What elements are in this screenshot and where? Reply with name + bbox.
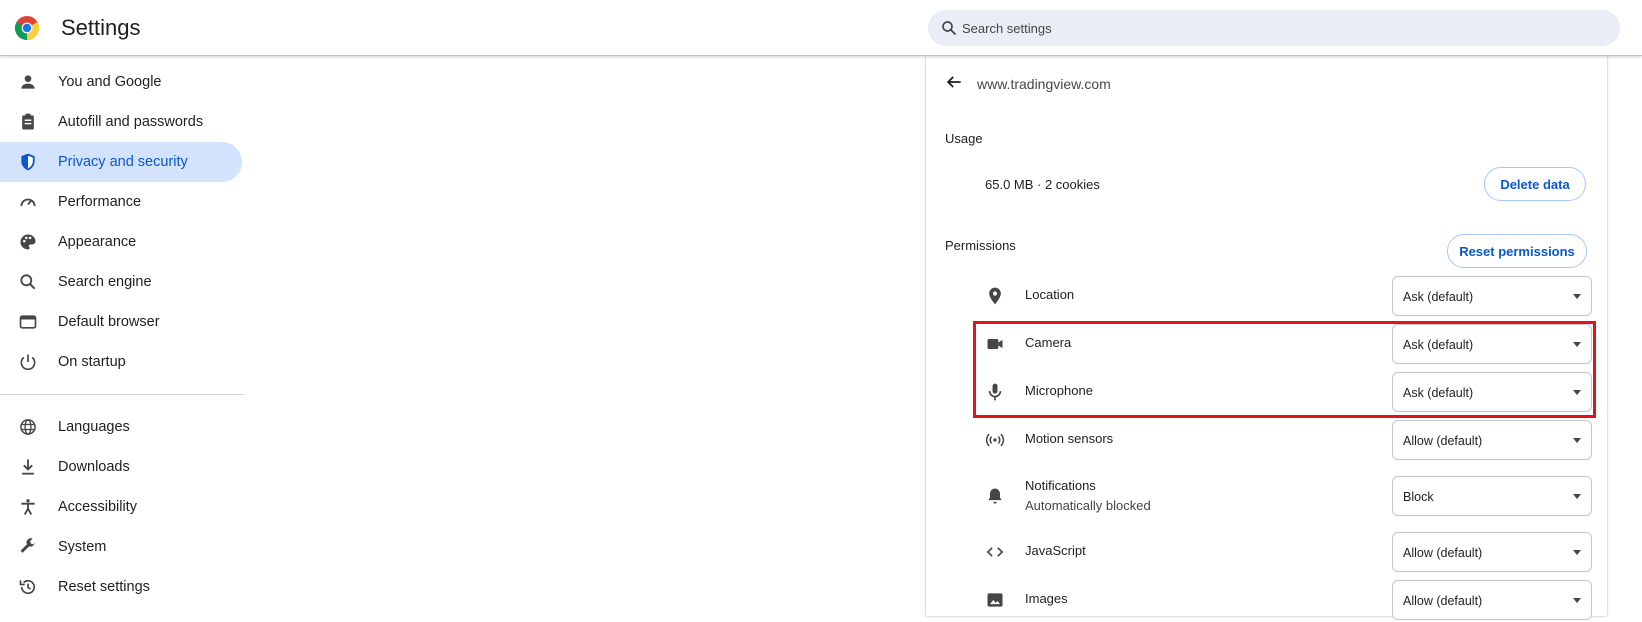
permission-name: Microphone <box>1025 383 1093 398</box>
search-input[interactable]: Search settings <box>928 10 1620 46</box>
page-title: Settings <box>61 15 141 40</box>
shield-icon <box>21 153 35 171</box>
sidebar-item-label: You and Google <box>58 74 162 90</box>
search-placeholder: Search settings <box>962 21 1052 36</box>
sidebar-item-system[interactable]: System <box>0 527 242 567</box>
sidebar-item-you-and-google[interactable]: You and Google <box>0 62 242 102</box>
dropdown-caret-icon <box>1573 342 1581 347</box>
permission-name: Notifications <box>1025 478 1096 493</box>
motion-sensors-icon <box>985 433 1005 447</box>
sidebar-item-label: System <box>58 539 107 555</box>
dropdown-caret-icon <box>1573 438 1581 443</box>
permission-name: JavaScript <box>1025 543 1086 558</box>
sidebar-item-label: Downloads <box>58 459 130 475</box>
permission-row-microphone: Microphone Ask (default) <box>966 370 1596 414</box>
download-icon <box>22 459 34 475</box>
permission-subtext: Automatically blocked <box>1025 498 1151 513</box>
code-icon <box>986 547 1004 557</box>
delete-data-button[interactable]: Delete data <box>1484 167 1586 201</box>
site-details-panel: www.tradingview.com Usage 65.0 MB · 2 co… <box>926 56 1607 620</box>
sidebar-item-appearance[interactable]: Appearance <box>0 222 242 262</box>
chrome-logo-icon <box>15 16 39 40</box>
sidebar-item-reset-settings[interactable]: Reset settings <box>0 567 242 607</box>
sidebar-item-label: Autofill and passwords <box>58 114 204 130</box>
select-value: Ask (default) <box>1403 290 1474 304</box>
sidebar-item-privacy[interactable]: Privacy and security <box>0 142 242 182</box>
permission-select-notifications[interactable]: Block <box>1392 476 1592 516</box>
palette-icon <box>20 234 36 250</box>
permission-select-camera[interactable]: Ask (default) <box>1392 324 1592 364</box>
sidebar-item-on-startup[interactable]: On startup <box>0 342 242 382</box>
sidebar-item-default-browser[interactable]: Default browser <box>0 302 242 342</box>
accessibility-icon <box>21 499 35 515</box>
permission-row-motion-sensors: Motion sensors Allow (default) <box>966 418 1596 462</box>
usage-heading: Usage <box>945 131 983 146</box>
select-value: Ask (default) <box>1403 338 1474 352</box>
bell-icon <box>988 488 1002 504</box>
sidebar: You and Google Autofill and passwords Pr… <box>0 62 245 607</box>
location-pin-icon <box>989 287 1001 305</box>
dropdown-caret-icon <box>1573 598 1581 603</box>
dropdown-caret-icon <box>1573 294 1581 299</box>
sidebar-item-label: Reset settings <box>58 579 150 595</box>
search-icon <box>20 274 36 290</box>
dropdown-caret-icon <box>1573 550 1581 555</box>
permission-row-notifications: Notifications Automatically blocked Bloc… <box>966 468 1596 524</box>
permission-name: Motion sensors <box>1025 431 1114 446</box>
select-value: Block <box>1403 490 1434 504</box>
sidebar-item-label: Search engine <box>58 274 152 290</box>
person-icon <box>21 75 35 89</box>
sidebar-item-accessibility[interactable]: Accessibility <box>0 487 242 527</box>
permission-name: Camera <box>1025 335 1072 350</box>
sidebar-item-label: Default browser <box>58 314 160 330</box>
permission-row-javascript: JavaScript Allow (default) <box>966 530 1596 574</box>
search-icon <box>942 21 956 35</box>
select-value: Allow (default) <box>1403 434 1483 448</box>
select-value: Ask (default) <box>1403 386 1474 400</box>
power-icon <box>20 354 36 371</box>
wrench-icon <box>20 538 35 553</box>
sidebar-item-languages[interactable]: Languages <box>0 407 242 447</box>
image-icon <box>987 593 1003 607</box>
permission-select-images[interactable]: Allow (default) <box>1392 580 1592 620</box>
permission-select-microphone[interactable]: Ask (default) <box>1392 372 1592 412</box>
history-icon <box>19 579 36 595</box>
permission-row-images: Images Allow (default) <box>966 578 1596 622</box>
sidebar-item-label: Performance <box>58 194 142 210</box>
reset-permissions-button[interactable]: Reset permissions <box>1447 234 1587 268</box>
permission-row-camera: Camera Ask (default) <box>966 322 1596 366</box>
sidebar-item-label: Privacy and security <box>58 154 188 170</box>
permission-row-location: Location Ask (default) <box>966 274 1596 318</box>
sidebar-item-label: Appearance <box>58 234 137 250</box>
sidebar-item-label: On startup <box>58 354 126 370</box>
permission-select-motion-sensors[interactable]: Allow (default) <box>1392 420 1592 460</box>
permission-name: Images <box>1025 591 1068 606</box>
dropdown-caret-icon <box>1573 390 1581 395</box>
speedometer-icon <box>20 198 36 207</box>
microphone-icon <box>988 383 1002 401</box>
permission-select-javascript[interactable]: Allow (default) <box>1392 532 1592 572</box>
globe-icon <box>20 419 36 435</box>
select-value: Allow (default) <box>1403 594 1483 608</box>
back-arrow-icon[interactable] <box>944 72 964 92</box>
sidebar-item-performance[interactable]: Performance <box>0 182 242 222</box>
camera-icon <box>987 339 1003 349</box>
permission-select-location[interactable]: Ask (default) <box>1392 276 1592 316</box>
sidebar-item-autofill[interactable]: Autofill and passwords <box>0 102 242 142</box>
dropdown-caret-icon <box>1573 494 1581 499</box>
sidebar-item-label: Languages <box>58 419 130 435</box>
permissions-heading: Permissions <box>945 238 1016 253</box>
permission-name: Location <box>1025 287 1075 302</box>
sidebar-item-search-engine[interactable]: Search engine <box>0 262 242 302</box>
browser-window-icon <box>19 315 37 329</box>
clipboard-icon <box>22 113 34 130</box>
sidebar-divider <box>0 394 245 395</box>
sidebar-item-downloads[interactable]: Downloads <box>0 447 242 487</box>
site-title: www.tradingview.com <box>977 76 1111 92</box>
select-value: Allow (default) <box>1403 546 1483 560</box>
usage-summary: 65.0 MB · 2 cookies <box>985 177 1100 192</box>
top-bar: Settings Search settings <box>0 0 1642 56</box>
sidebar-item-label: Accessibility <box>58 499 137 515</box>
